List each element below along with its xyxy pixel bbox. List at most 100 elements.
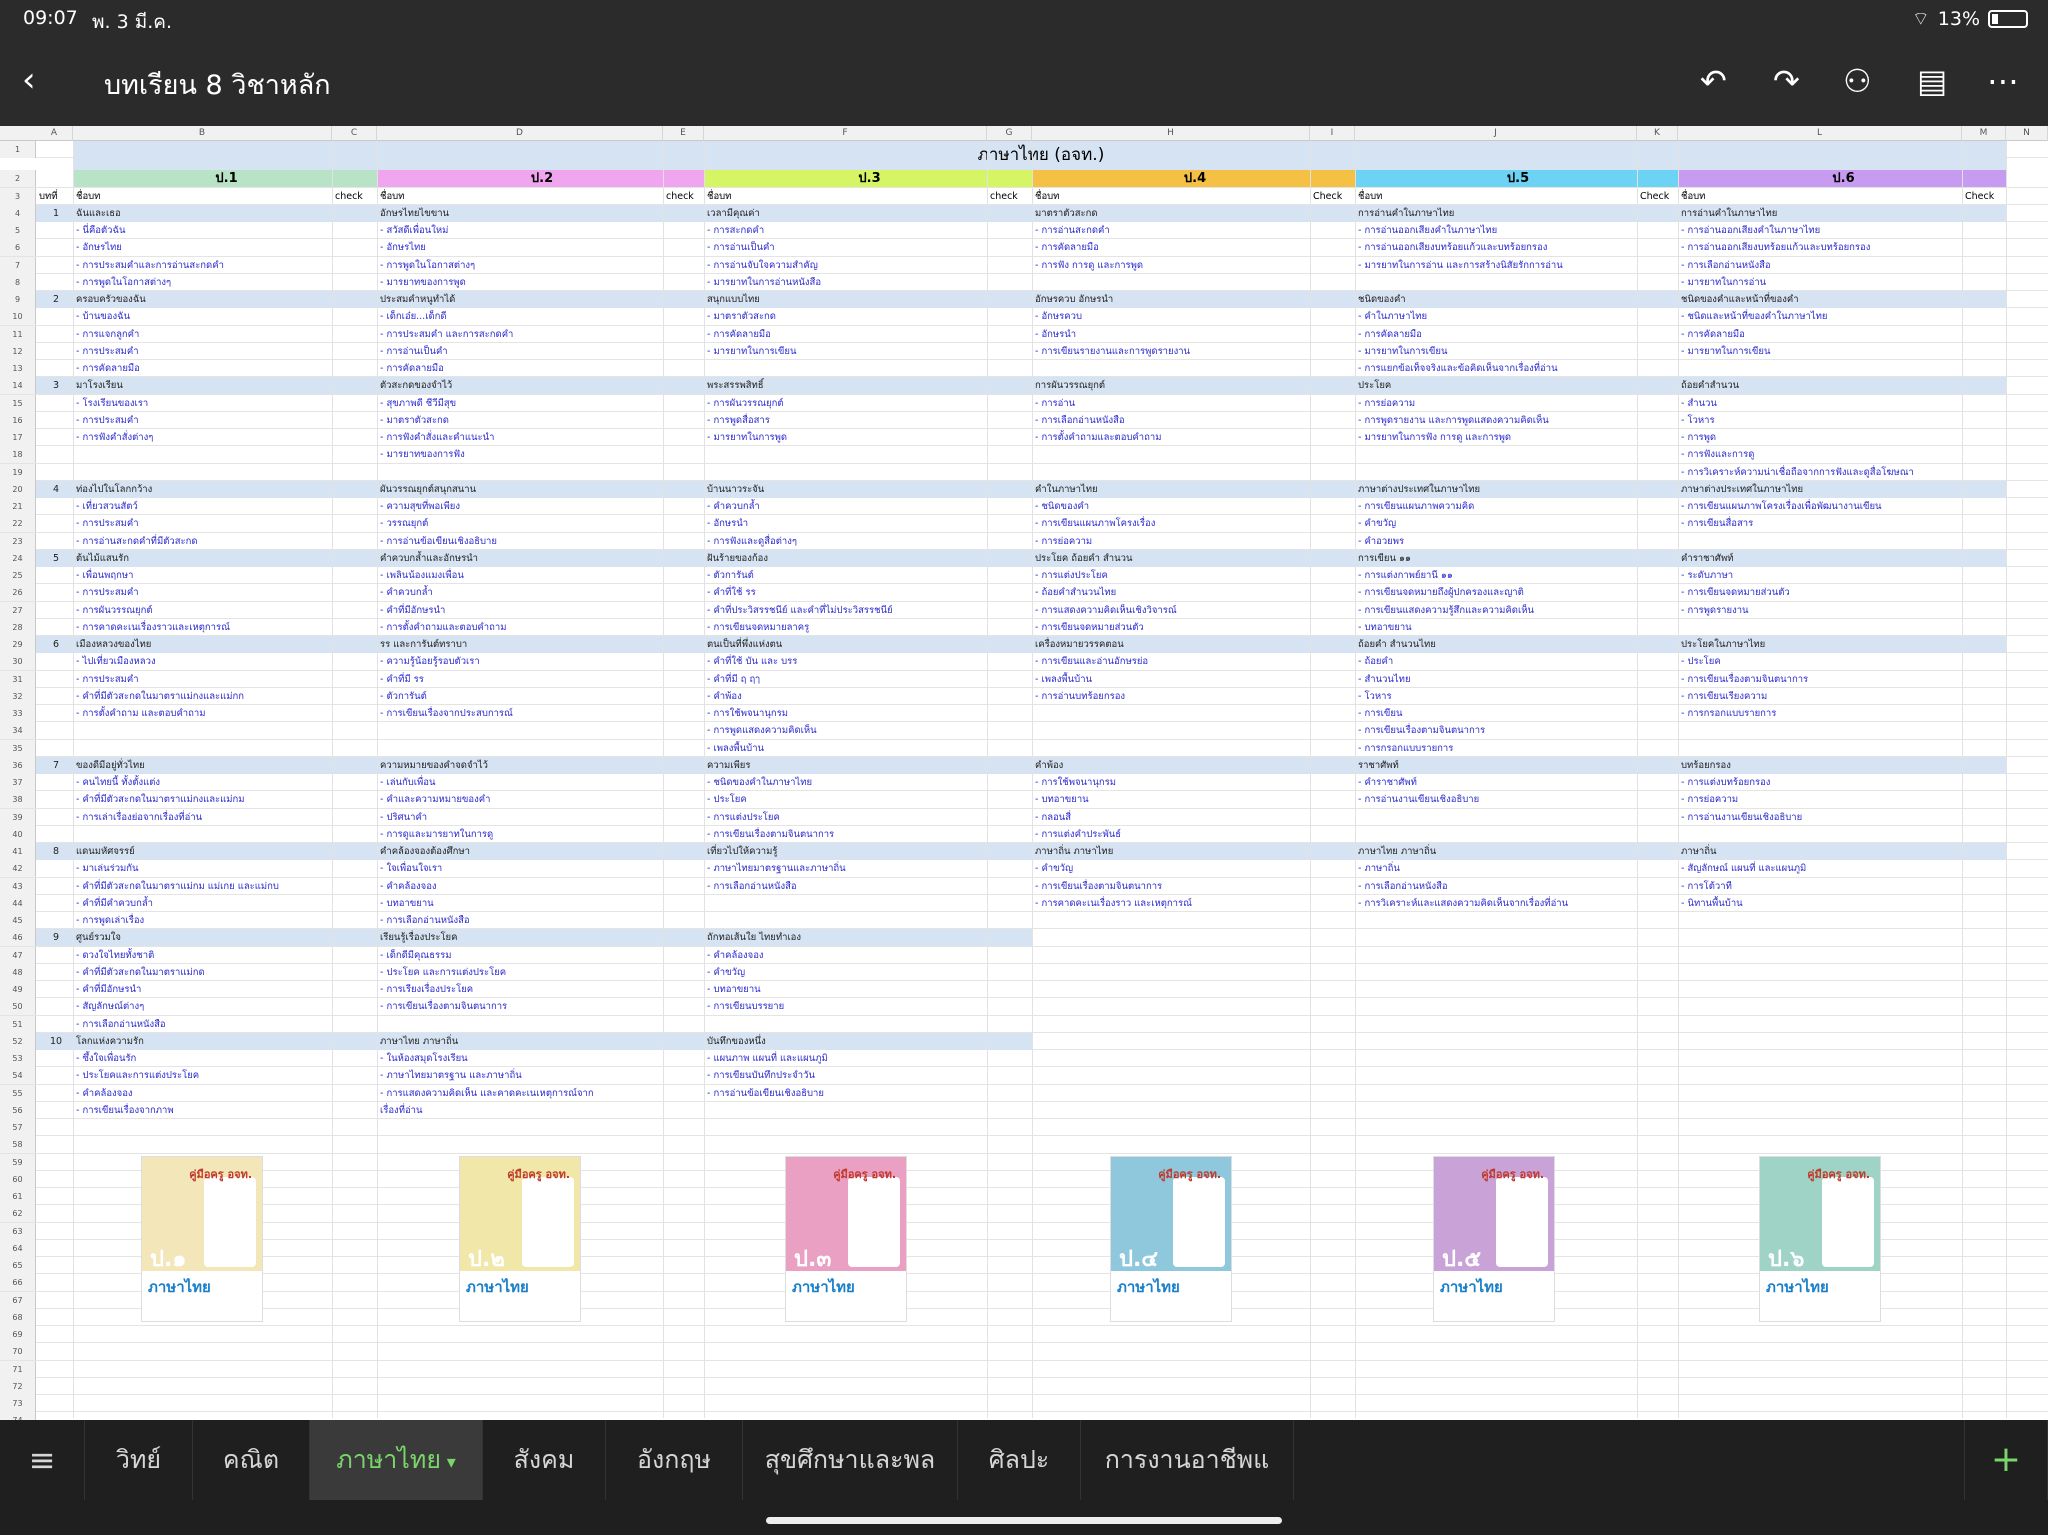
lesson-topic[interactable]: - การแต่งคำประพันธ์ xyxy=(1032,826,1310,843)
add-sheet-icon[interactable]: + xyxy=(1964,1420,2048,1500)
lesson-title[interactable]: ประโยค xyxy=(1355,377,1678,395)
lesson-topic[interactable]: - คำคล้องจอง xyxy=(73,1085,332,1102)
lesson-topic[interactable]: - การเขียนบรรยาย xyxy=(704,998,987,1015)
lesson-topic[interactable]: - การพูดสื่อสาร xyxy=(704,412,987,429)
lesson-title[interactable]: ตนเป็นที่พึ่งแห่งตน xyxy=(704,636,1032,653)
lesson-topic[interactable]: - การใช้พจนานุกรม xyxy=(1032,774,1310,791)
row-number[interactable]: 24 xyxy=(0,549,36,567)
row-number[interactable]: 2 xyxy=(0,170,36,188)
row-number[interactable]: 59 xyxy=(0,1153,36,1171)
lesson-topic[interactable]: - สำนวนไทย xyxy=(1355,671,1637,688)
lesson-topic[interactable]: - การอ่านสะกดคำที่มีตัวสะกด xyxy=(73,533,332,550)
row-number[interactable]: 27 xyxy=(0,601,36,619)
lesson-topic[interactable]: - ภาษาถิ่น xyxy=(1355,860,1637,877)
row-number[interactable]: 38 xyxy=(0,791,36,809)
lesson-topic[interactable]: - นี่คือตัวฉัน xyxy=(73,222,332,239)
lesson-topic[interactable]: - เด็กดีมีคุณธรรม xyxy=(377,947,663,964)
lesson-topic[interactable]: - การแสดงความคิดเห็น และคาดคะเนเหตุการณ์… xyxy=(377,1085,663,1102)
lesson-title[interactable]: มาตราตัวสะกด xyxy=(1032,204,1355,222)
lesson-topic[interactable]: - คำที่มีอักษรนำ xyxy=(377,602,663,619)
lesson-topic[interactable]: - มารยาทในการเขียน xyxy=(704,343,987,360)
lesson-topic[interactable]: - ประโยค xyxy=(704,791,987,808)
check-label[interactable]: check xyxy=(332,188,376,205)
lesson-topic[interactable]: - คำที่ใช้ บัน และ บรร xyxy=(704,653,987,670)
row-number[interactable]: 4 xyxy=(0,204,36,222)
lesson-title[interactable]: ภาษาต่างประเทศในภาษาไทย xyxy=(1678,480,2006,498)
lesson-topic[interactable]: - การเลือกอ่านหนังสือ xyxy=(1678,257,1962,274)
lesson-topic[interactable]: - สัญลักษณ์ แผนที่ และแผนภูมิ xyxy=(1678,860,1962,877)
row-number[interactable]: 58 xyxy=(0,1136,36,1154)
column-header-h[interactable]: H xyxy=(1032,126,1310,141)
lesson-topic[interactable]: - ประโยคและการแต่งประโยค xyxy=(73,1067,332,1084)
sheet-title[interactable]: ภาษาไทย (อจท.) xyxy=(73,141,2006,170)
lesson-topic[interactable]: - การประสมคำ xyxy=(73,515,332,532)
lesson-topic[interactable]: - การฟัง การดู และการพูด xyxy=(1032,257,1310,274)
column-header-j[interactable]: J xyxy=(1355,126,1637,141)
lesson-topic[interactable]: - การคัดลายมือ xyxy=(704,326,987,343)
tab-sheet[interactable]: อังกฤษ xyxy=(606,1420,743,1500)
lesson-topic[interactable]: - การเลือกอ่านหนังสือ xyxy=(377,912,663,929)
lesson-topic[interactable]: - นิทานพื้นบ้าน xyxy=(1678,895,1962,912)
lesson-topic[interactable]: - บ้านของฉัน xyxy=(73,308,332,325)
lesson-topic[interactable]: - มาตราตัวสะกด xyxy=(377,412,663,429)
row-number[interactable]: 11 xyxy=(0,325,36,343)
lesson-topic[interactable]: - คำที่มีอักษรนำ xyxy=(73,981,332,998)
lesson-topic[interactable]: - บทอาขยาน xyxy=(704,981,987,998)
lesson-topic[interactable]: - เพลงพื้นบ้าน xyxy=(1032,671,1310,688)
lesson-topic[interactable]: - การเขียนจดหมายลาครู xyxy=(704,619,987,636)
row-number[interactable]: 46 xyxy=(0,929,36,947)
column-header-m[interactable]: M xyxy=(1962,126,2006,141)
lesson-topic[interactable]: - คำขวัญ xyxy=(1355,515,1637,532)
row-number[interactable]: 31 xyxy=(0,670,36,688)
lesson-topic[interactable]: - การประสมคำ และการสะกดคำ xyxy=(377,326,663,343)
more-icon[interactable]: ⋯ xyxy=(1987,62,2019,100)
lesson-topic[interactable]: - ดวงใจไทยทั้งชาติ xyxy=(73,947,332,964)
row-number[interactable]: 17 xyxy=(0,429,36,446)
lesson-topic[interactable]: - ความสุขที่พอเพียง xyxy=(377,498,663,515)
lesson-title[interactable]: เที่ยวไปให้ความรู้ xyxy=(704,843,1032,860)
row-number[interactable]: 37 xyxy=(0,774,36,791)
row-number[interactable]: 23 xyxy=(0,532,36,550)
lesson-number[interactable]: 8 xyxy=(36,843,73,860)
lesson-topic[interactable]: - มารยาทในการพูด xyxy=(704,429,987,446)
redo-icon[interactable]: ↷ xyxy=(1773,62,1800,100)
lesson-topic[interactable]: - มารยาทในการเขียน xyxy=(1355,343,1637,360)
spreadsheet-grid[interactable]: ABCDEFGHIJKLMN 1 ภาษาไทย (อจท.) 2 ป.1 ป.2 ป.3… xyxy=(0,126,2048,1420)
lesson-topic[interactable]: - การย่อความ xyxy=(1032,533,1310,550)
menu-icon[interactable]: ≡ xyxy=(0,1420,85,1500)
lesson-title[interactable]: เรียนรู้เรื่องประโยค xyxy=(377,929,704,947)
column-header-l[interactable]: L xyxy=(1678,126,1962,141)
lesson-number[interactable]: 2 xyxy=(36,291,73,308)
row-number[interactable]: 15 xyxy=(0,394,36,412)
lesson-topic[interactable]: - การอ่านออกเสียงบทร้อยแก้วและบทร้อยกรอง xyxy=(1355,239,1637,256)
lesson-topic[interactable]: - การเขียนจดหมายถึงผู้ปกครองและญาติ xyxy=(1355,584,1637,601)
row-number[interactable]: 74 xyxy=(0,1412,36,1420)
row-number[interactable]: 40 xyxy=(0,825,36,843)
row-number[interactable]: 61 xyxy=(0,1188,36,1205)
lesson-topic[interactable]: - การประสมคำ xyxy=(73,343,332,360)
lesson-topic[interactable]: - ชนิดของคำในภาษาไทย xyxy=(704,774,987,791)
row-number[interactable]: 32 xyxy=(0,687,36,705)
lesson-topic[interactable]: - แผนภาพ แผนที่ และแผนภูมิ xyxy=(704,1050,987,1067)
lesson-topic[interactable]: - การแยกข้อเท็จจริงและข้อคิดเห็นจากเรื่อ… xyxy=(1355,360,1637,377)
lesson-topic[interactable]: - บทอาขยาน xyxy=(1355,619,1637,636)
lesson-title[interactable]: ชนิดของคำและหน้าที่ของคำ xyxy=(1678,291,2006,308)
lesson-title[interactable]: พระสรรพสิทธิ์ xyxy=(704,377,1032,395)
lesson-topic[interactable]: - การอ่านออกเสียงคำในภาษาไทย xyxy=(1678,222,1962,239)
lesson-number[interactable]: 4 xyxy=(36,480,73,498)
lesson-topic[interactable]: - ซึ้งใจเพื่อนรัก xyxy=(73,1050,332,1067)
lesson-topic[interactable]: - คำราชาศัพท์ xyxy=(1355,774,1637,791)
row-number[interactable]: 12 xyxy=(0,342,36,360)
lesson-topic[interactable]: - การดูและมารยาทในการดู xyxy=(377,826,663,843)
lesson-title[interactable]: ภาษาไทย ภาษาถิ่น xyxy=(1355,843,1678,860)
lesson-topic[interactable]: - การเขียนเรื่องตามจินตนาการ xyxy=(1355,722,1637,739)
lesson-topic[interactable]: - คำที่มีตัวสะกดในมาตราแม่กงและแม่กก xyxy=(73,688,332,705)
row-number[interactable]: 48 xyxy=(0,963,36,981)
lesson-topic[interactable]: - การคัดลายมือ xyxy=(1355,326,1637,343)
lesson-topic[interactable]: - คนไทยนี้ ทั้งตั้งแต่ง xyxy=(73,774,332,791)
lesson-topic[interactable]: - การสะกดคำ xyxy=(704,222,987,239)
lesson-topic[interactable]: - การเขียนแผนภาพโครงเรื่อง xyxy=(1032,515,1310,532)
lesson-topic[interactable]: - การกรอกแบบรายการ xyxy=(1355,740,1637,757)
row-number[interactable]: 60 xyxy=(0,1170,36,1188)
lesson-topic[interactable]: - การฟังและการดู xyxy=(1678,446,1962,463)
